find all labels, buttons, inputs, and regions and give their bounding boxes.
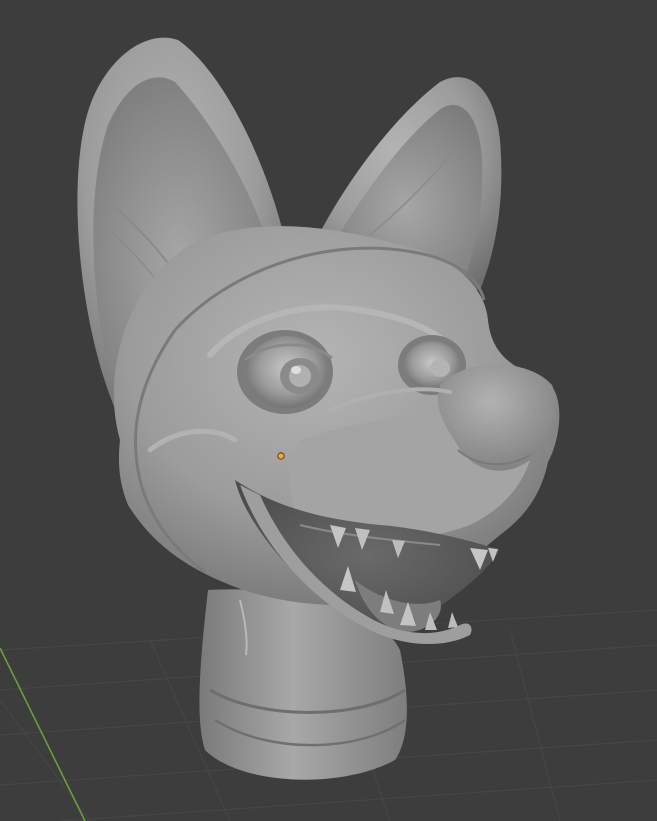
viewport-canvas [0,37,657,821]
object-origin-icon[interactable] [277,452,285,460]
fox-head-sculpt-icon[interactable] [77,37,560,780]
left-eye [237,330,333,414]
3d-viewport[interactable] [0,0,657,821]
